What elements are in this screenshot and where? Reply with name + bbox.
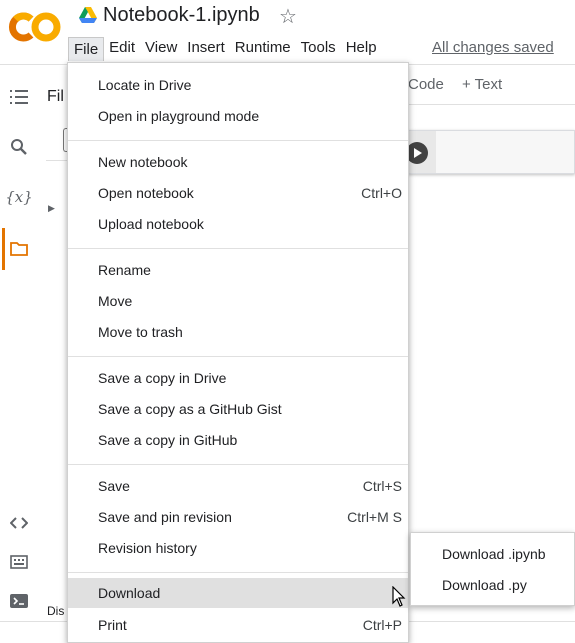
menubar: File Edit View Insert Runtime Tools Help bbox=[68, 36, 382, 61]
variables-icon[interactable]: {x} bbox=[5, 186, 33, 208]
toolbar-divider bbox=[408, 104, 575, 105]
disk-label: Dis bbox=[47, 604, 65, 618]
menu-runtime[interactable]: Runtime bbox=[230, 36, 296, 60]
menu-view[interactable]: View bbox=[140, 36, 182, 60]
terminal-icon[interactable] bbox=[8, 590, 30, 612]
code-snippets-icon[interactable] bbox=[8, 512, 30, 534]
menu-item-new-notebook[interactable]: New notebook bbox=[68, 147, 408, 177]
run-cell-button[interactable] bbox=[406, 142, 428, 164]
menu-item-move-to-trash[interactable]: Move to trash bbox=[68, 317, 408, 347]
menu-item-download[interactable]: Download bbox=[68, 578, 408, 608]
colab-logo[interactable] bbox=[8, 10, 62, 44]
add-text-button[interactable]: + Text bbox=[462, 76, 502, 93]
menu-tools[interactable]: Tools bbox=[296, 36, 341, 60]
play-icon bbox=[414, 148, 422, 158]
add-code-button[interactable]: Code bbox=[408, 76, 444, 93]
shortcut-open: Ctrl+O bbox=[361, 185, 402, 201]
menu-edit[interactable]: Edit bbox=[104, 36, 140, 60]
menu-insert[interactable]: Insert bbox=[182, 36, 230, 60]
table-of-contents-icon[interactable] bbox=[8, 86, 30, 108]
mouse-cursor-icon bbox=[392, 586, 406, 607]
menu-separator bbox=[68, 464, 408, 465]
shortcut-save: Ctrl+S bbox=[362, 478, 402, 494]
save-status-link[interactable]: All changes saved bbox=[432, 39, 554, 56]
menu-item-download-ipynb[interactable]: Download .ipynb bbox=[411, 539, 574, 569]
menu-item-move[interactable]: Move bbox=[68, 286, 408, 316]
add-text-label: Text bbox=[474, 76, 503, 93]
folder-icon[interactable] bbox=[8, 238, 30, 260]
menu-help[interactable]: Help bbox=[341, 36, 382, 60]
menu-item-rename[interactable]: Rename bbox=[68, 255, 408, 285]
shortcut-save-pin: Ctrl+M S bbox=[347, 509, 402, 525]
menu-separator bbox=[68, 356, 408, 357]
menu-separator bbox=[68, 140, 408, 141]
active-indicator bbox=[2, 228, 5, 270]
menu-item-save[interactable]: Save Ctrl+S bbox=[68, 471, 408, 501]
menu-item-revision-history[interactable]: Revision history bbox=[68, 533, 408, 563]
google-drive-icon[interactable] bbox=[78, 6, 98, 24]
menu-separator bbox=[68, 572, 408, 573]
file-menu: Locate in Drive Open in playground mode … bbox=[67, 62, 409, 643]
command-palette-icon[interactable] bbox=[8, 551, 30, 573]
shortcut-print: Ctrl+P bbox=[362, 617, 402, 633]
download-submenu: Download .ipynb Download .py bbox=[410, 532, 575, 606]
expand-arrow-icon[interactable]: ▶ bbox=[48, 203, 55, 214]
menu-item-save-and-pin[interactable]: Save and pin revision Ctrl+M S bbox=[68, 502, 408, 532]
plus-icon: + bbox=[462, 76, 471, 93]
menu-file[interactable]: File bbox=[68, 36, 105, 61]
menu-item-locate-in-drive[interactable]: Locate in Drive bbox=[68, 70, 408, 100]
menu-item-save-copy-github[interactable]: Save a copy in GitHub bbox=[68, 425, 408, 455]
menu-item-open-in-playground[interactable]: Open in playground mode bbox=[68, 101, 408, 131]
star-icon[interactable]: ☆ bbox=[279, 4, 297, 29]
search-icon[interactable] bbox=[8, 136, 30, 158]
menu-item-save-copy-gist[interactable]: Save a copy as a GitHub Gist bbox=[68, 394, 408, 424]
menu-item-save-copy-drive[interactable]: Save a copy in Drive bbox=[68, 363, 408, 393]
menu-item-download-py[interactable]: Download .py bbox=[411, 570, 574, 600]
files-panel-title: Fil bbox=[47, 88, 64, 105]
menu-item-upload-notebook[interactable]: Upload notebook bbox=[68, 209, 408, 239]
menu-separator bbox=[68, 248, 408, 249]
notebook-title[interactable]: Notebook-1.ipynb bbox=[103, 4, 260, 27]
menu-item-open-notebook[interactable]: Open notebook Ctrl+O bbox=[68, 178, 408, 208]
panel-divider bbox=[46, 160, 68, 161]
menu-item-print[interactable]: Print Ctrl+P bbox=[68, 610, 408, 640]
